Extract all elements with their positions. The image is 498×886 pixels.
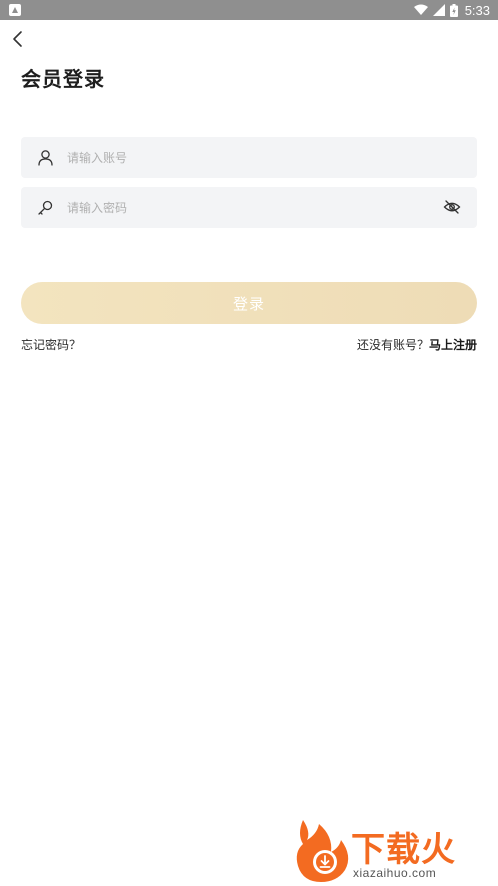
no-account-text: 还没有账号？: [356, 338, 429, 352]
key-icon: [38, 200, 53, 215]
watermark: 下载火 xiazaihuo.com: [293, 818, 493, 884]
account-input[interactable]: [67, 137, 427, 178]
chevron-left-icon: [13, 31, 22, 47]
wifi-icon: [413, 4, 428, 15]
password-field: [21, 187, 477, 228]
status-indicators: 5:33: [413, 0, 490, 20]
signal-icon: [432, 4, 445, 16]
back-button[interactable]: [8, 28, 30, 50]
user-icon: [38, 150, 53, 166]
status-bar: 5:33: [0, 0, 498, 20]
status-time: 5:33: [464, 2, 490, 18]
account-field: [21, 137, 477, 178]
register-link[interactable]: 马上注册: [429, 338, 477, 352]
password-visibility-toggle[interactable]: [443, 198, 461, 216]
watermark-brand: 下载火: [351, 830, 456, 870]
page-title: 会员登录: [21, 67, 105, 91]
password-input[interactable]: [67, 187, 427, 228]
flame-logo-icon: [296, 820, 349, 882]
eye-off-icon: [443, 200, 461, 214]
notification-icon: [9, 4, 21, 16]
watermark-url: xiazaihuo.com: [353, 866, 437, 880]
battery-icon: [449, 3, 458, 17]
forgot-password-link[interactable]: 忘记密码？: [21, 336, 81, 353]
register-prompt: 还没有账号？马上注册: [357, 336, 477, 353]
login-button[interactable]: 登录: [21, 282, 477, 324]
